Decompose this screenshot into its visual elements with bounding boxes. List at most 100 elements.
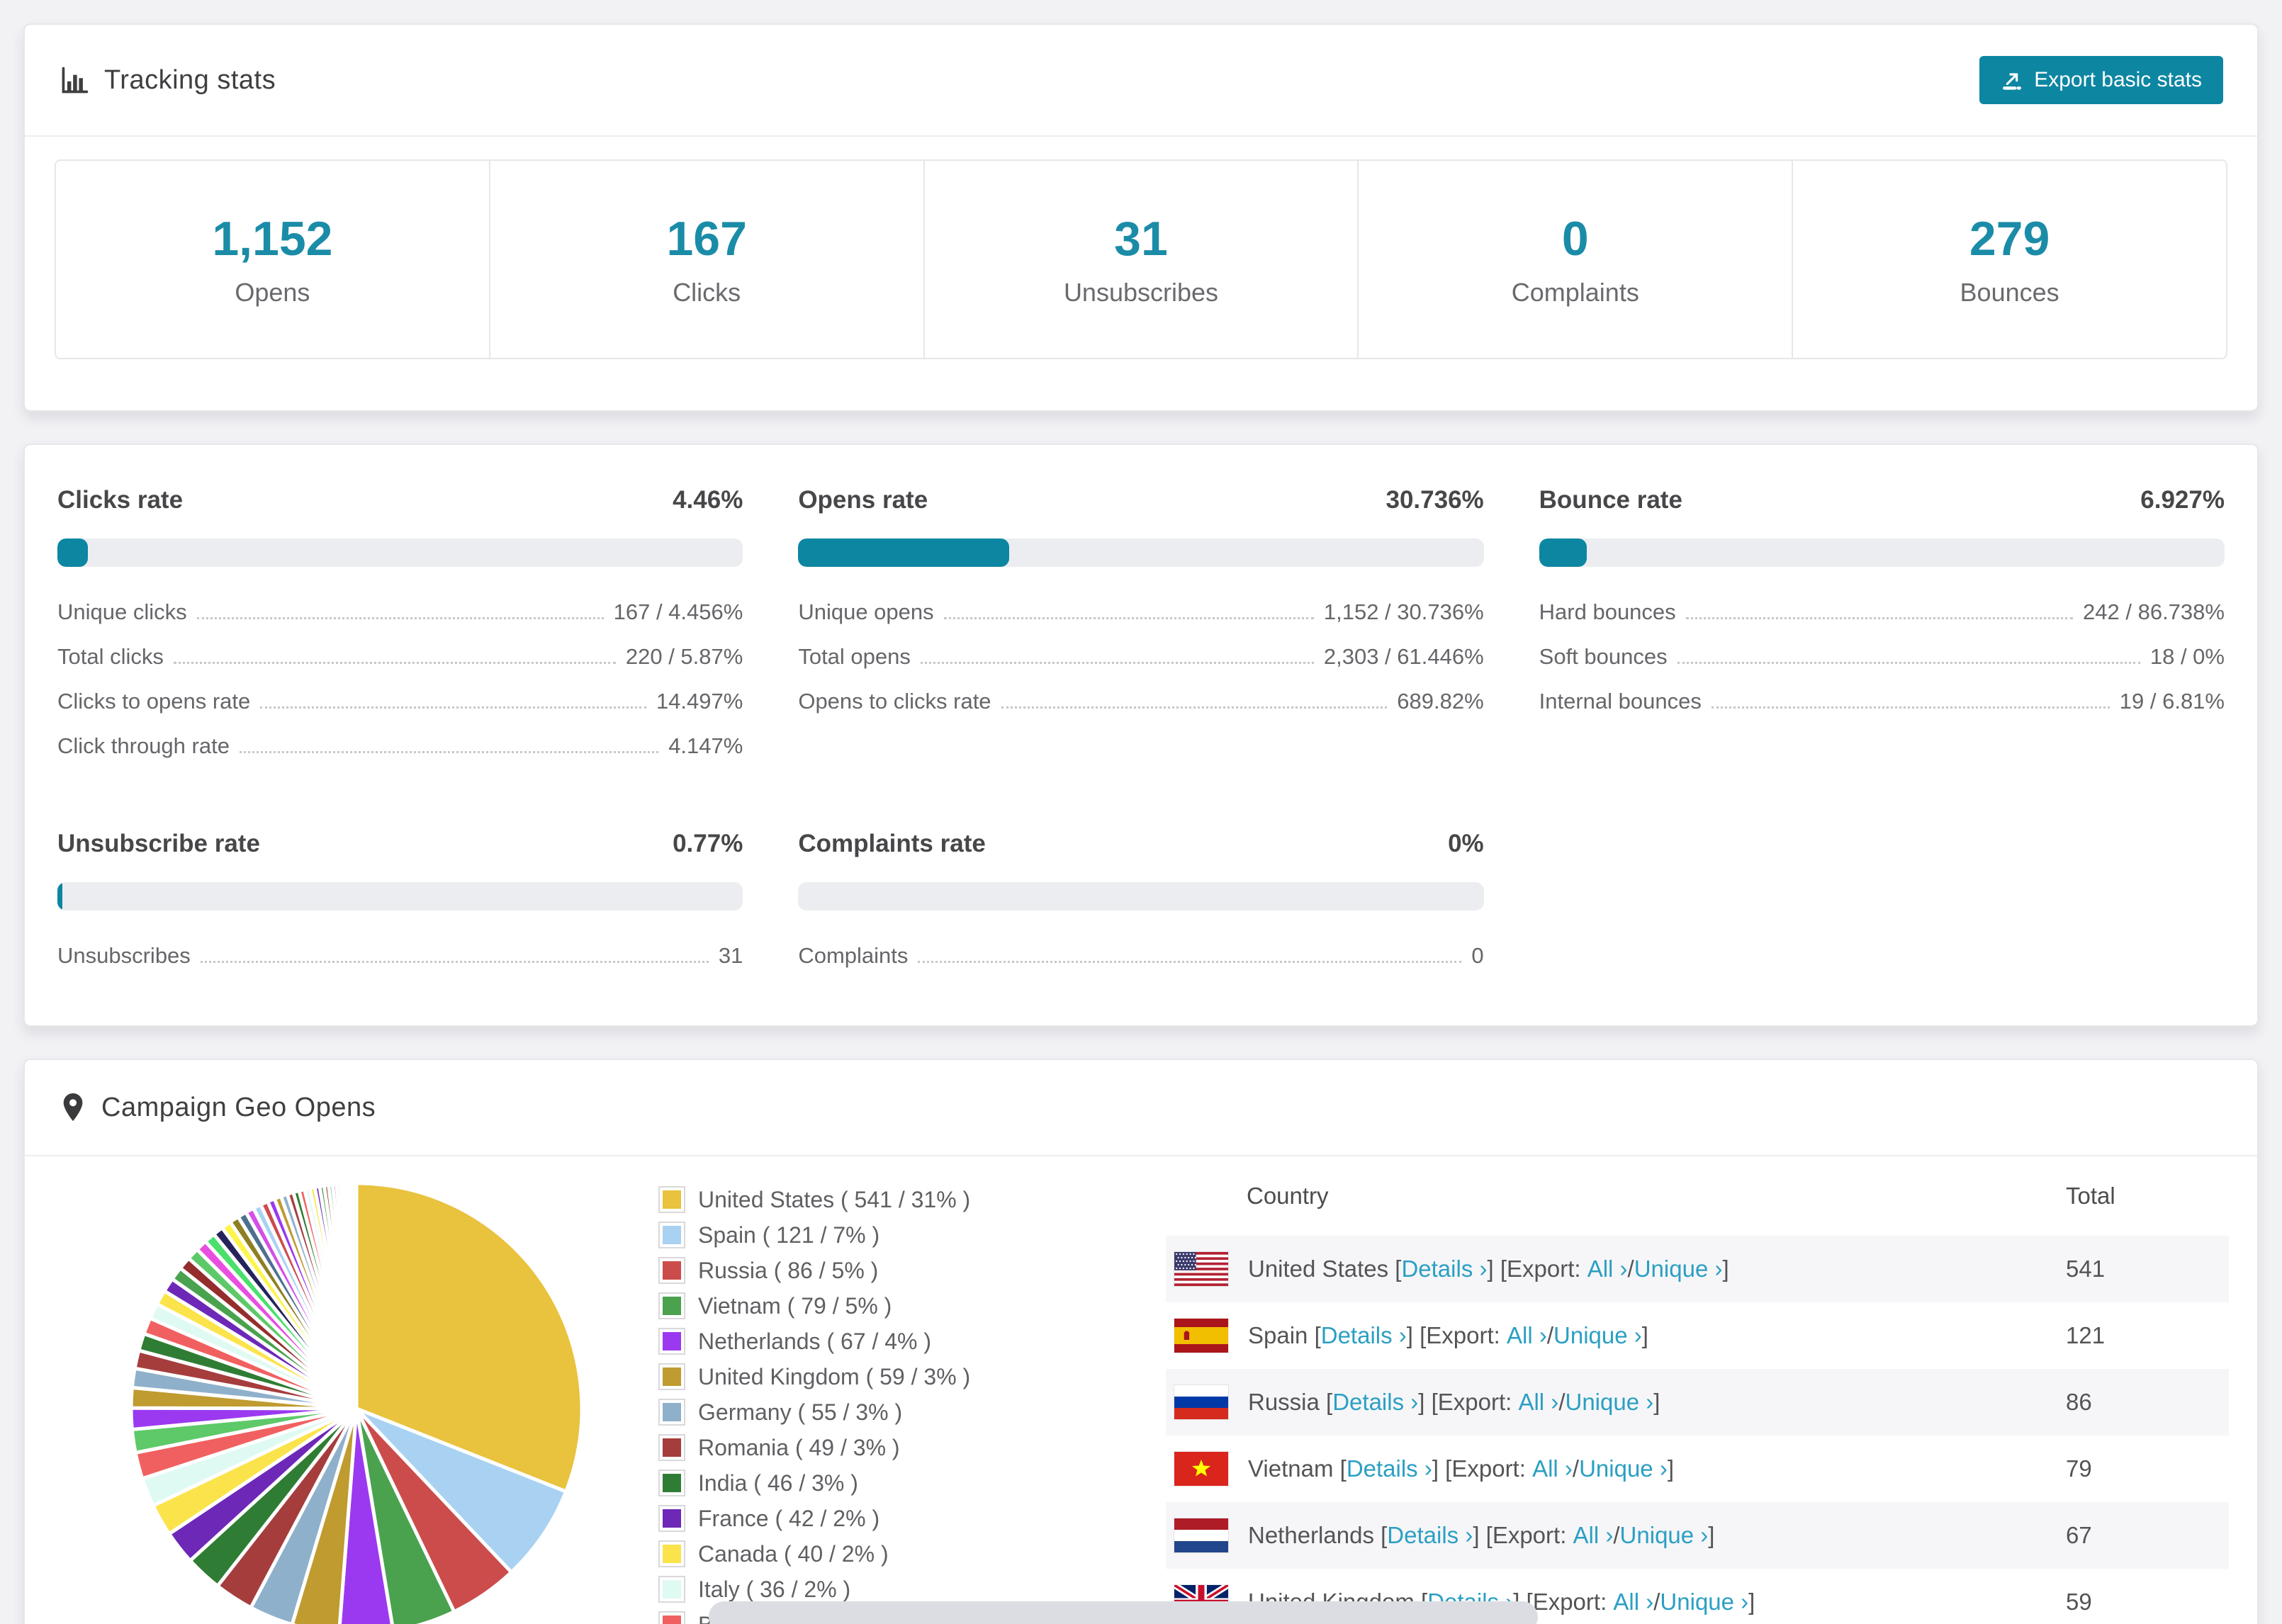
- export-all-link[interactable]: All ›: [1532, 1455, 1573, 1482]
- country-cell: Netherlands [Details ›] [Export: All › /…: [1166, 1518, 2066, 1552]
- export-unique-link[interactable]: Unique ›: [1634, 1256, 1723, 1282]
- summary-stat-label: Unsubscribes: [1063, 278, 1219, 307]
- country-total: 541: [2066, 1256, 2106, 1282]
- bracket: [: [1381, 1522, 1388, 1548]
- legend-item[interactable]: France ( 42 / 2% ): [658, 1505, 1061, 1532]
- details-link[interactable]: Details ›: [1347, 1455, 1432, 1482]
- legend-item[interactable]: Netherlands ( 67 / 4% ): [658, 1328, 1061, 1355]
- rate-detail-value: 1,152 / 30.736%: [1323, 599, 1484, 624]
- bracket: ]: [1748, 1589, 1755, 1615]
- dotted-leader: [918, 946, 1462, 963]
- country-total: 121: [2066, 1322, 2106, 1348]
- summary-stat: 167 Clicks: [488, 161, 923, 358]
- export-all-link[interactable]: All ›: [1573, 1522, 1614, 1549]
- rate-value: 4.46%: [673, 486, 743, 514]
- rate-detail-label: Unique clicks: [57, 599, 187, 624]
- bracket: ]: [1708, 1522, 1715, 1548]
- legend-swatch: [658, 1470, 685, 1496]
- legend-swatch: [658, 1186, 685, 1213]
- export-all-link[interactable]: All ›: [1518, 1389, 1558, 1416]
- dotted-leader: [173, 647, 616, 664]
- legend-item[interactable]: Canada ( 40 / 2% ): [658, 1540, 1061, 1567]
- country-total: 67: [2066, 1522, 2092, 1548]
- export-unique-link[interactable]: Unique ›: [1660, 1589, 1748, 1615]
- flag-nl-icon: [1174, 1518, 1228, 1552]
- country-cell: Russia [Details ›] [Export: All › / Uniq…: [1166, 1385, 2066, 1419]
- bracket: ] [Export:: [1406, 1322, 1507, 1348]
- rate-detail-row: Total opens 2,303 / 61.446%: [798, 644, 1483, 670]
- geo-table-row: Netherlands [Details ›] [Export: All › /…: [1166, 1502, 2229, 1569]
- rate-detail-rows: Hard bounces 242 / 86.738% Soft bounces 18 …: [1539, 599, 2225, 714]
- country-column-header: Country: [1247, 1183, 1329, 1209]
- slash-separator: /: [1627, 1256, 1634, 1282]
- rate-detail-value: 2,303 / 61.446%: [1323, 644, 1484, 669]
- summary-stat: 31 Unsubscribes: [923, 161, 1358, 358]
- details-link[interactable]: Details ›: [1332, 1389, 1418, 1416]
- rates-grid: Clicks rate 4.46% Unique clicks 167 / 4.456…: [57, 486, 2225, 969]
- export-all-link[interactable]: All ›: [1613, 1589, 1653, 1615]
- country-cell: Vietnam [Details ›] [Export: All › / Uni…: [1166, 1452, 2066, 1486]
- details-link[interactable]: Details ›: [1321, 1322, 1407, 1349]
- export-unique-link[interactable]: Unique ›: [1620, 1522, 1709, 1549]
- geo-table-header: Country Total: [1166, 1156, 2229, 1236]
- geo-opens-card: Campaign Geo Opens United States ( 541 /…: [23, 1059, 2259, 1624]
- summary-stat-value: 0: [1561, 212, 1589, 266]
- dotted-leader: [196, 602, 604, 619]
- details-link[interactable]: Details ›: [1401, 1256, 1487, 1282]
- export-unique-link[interactable]: Unique ›: [1553, 1322, 1642, 1349]
- legend-item[interactable]: Spain ( 121 / 7% ): [658, 1222, 1061, 1248]
- progress-bar-fill: [1539, 538, 1587, 567]
- rate-detail-row: Click through rate 4.147%: [57, 733, 743, 759]
- rate-block-header: Opens rate 30.736%: [798, 486, 1483, 514]
- country-total: 59: [2066, 1589, 2092, 1615]
- country-name: Spain: [1248, 1322, 1315, 1348]
- rate-detail-label: Hard bounces: [1539, 599, 1676, 624]
- rate-block: Unsubscribe rate 0.77% Unsubscribes 31: [57, 830, 743, 969]
- progress-bar: [57, 882, 743, 910]
- legend-item[interactable]: Russia ( 86 / 5% ): [658, 1257, 1061, 1284]
- rate-detail-value: 14.497%: [656, 689, 743, 714]
- rate-detail-row: Unsubscribes 31: [57, 943, 743, 969]
- rate-value: 30.736%: [1386, 486, 1484, 514]
- summary-stat-value: 167: [666, 212, 747, 266]
- bracket: [: [1339, 1455, 1347, 1482]
- rate-detail-label: Internal bounces: [1539, 689, 1702, 714]
- rate-block: Clicks rate 4.46% Unique clicks 167 / 4.456…: [57, 486, 743, 759]
- legend-swatch: [658, 1292, 685, 1319]
- legend-label: Vietnam ( 79 / 5% ): [698, 1292, 892, 1319]
- flag-ru-icon: [1174, 1385, 1228, 1419]
- rate-block-header: Unsubscribe rate 0.77%: [57, 830, 743, 858]
- dotted-leader: [920, 647, 1314, 664]
- export-all-link[interactable]: All ›: [1507, 1322, 1547, 1349]
- export-icon: [2001, 69, 2023, 91]
- legend-item[interactable]: United States ( 541 / 31% ): [658, 1186, 1061, 1213]
- rate-detail-label: Complaints: [798, 943, 909, 968]
- progress-bar-fill: [798, 538, 1009, 567]
- rate-detail-row: Clicks to opens rate 14.497%: [57, 689, 743, 714]
- legend-item[interactable]: Vietnam ( 79 / 5% ): [658, 1292, 1061, 1319]
- geo-table-row: United States [Details ›] [Export: All ›…: [1166, 1236, 2229, 1302]
- details-link[interactable]: Details ›: [1387, 1522, 1473, 1549]
- country-name: Netherlands: [1248, 1522, 1381, 1548]
- rate-detail-row: Unique opens 1,152 / 30.736%: [798, 599, 1483, 625]
- legend-item[interactable]: India ( 46 / 3% ): [658, 1470, 1061, 1496]
- rates-card: Clicks rate 4.46% Unique clicks 167 / 4.456…: [23, 444, 2259, 1027]
- rate-detail-value: 19 / 6.81%: [2119, 689, 2225, 714]
- export-unique-link[interactable]: Unique ›: [1579, 1455, 1668, 1482]
- legend-item[interactable]: Romania ( 49 / 3% ): [658, 1434, 1061, 1461]
- export-all-link[interactable]: All ›: [1587, 1256, 1628, 1282]
- export-basic-stats-button[interactable]: Export basic stats: [1979, 56, 2223, 104]
- dotted-leader: [239, 736, 659, 753]
- legend-swatch: [658, 1505, 685, 1532]
- legend-item[interactable]: United Kingdom ( 59 / 3% ): [658, 1363, 1061, 1390]
- geo-pie-chart[interactable]: [116, 1168, 597, 1624]
- flag-us-icon: [1174, 1252, 1228, 1286]
- country-cell: United States [Details ›] [Export: All ›…: [1166, 1252, 2066, 1286]
- export-unique-link[interactable]: Unique ›: [1565, 1389, 1653, 1416]
- geo-opens-header: Campaign Geo Opens: [25, 1060, 2257, 1155]
- legend-item[interactable]: Germany ( 55 / 3% ): [658, 1399, 1061, 1426]
- legend-label: India ( 46 / 3% ): [698, 1470, 858, 1496]
- legend-item[interactable]: Italy ( 36 / 2% ): [658, 1576, 1061, 1603]
- slash-separator: /: [1546, 1322, 1554, 1348]
- horizontal-scrollbar-thumb[interactable]: [709, 1601, 1538, 1624]
